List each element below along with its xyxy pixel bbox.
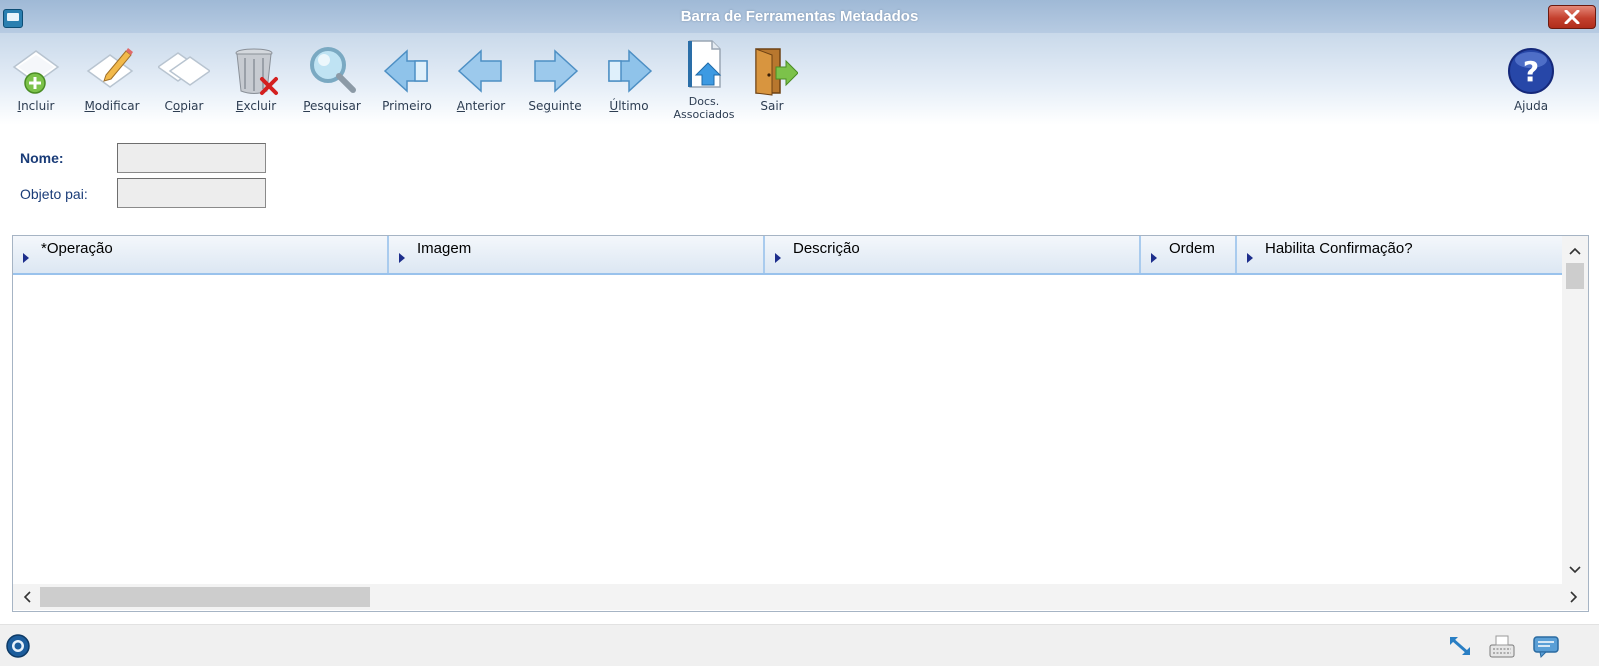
copiar-button[interactable]: Copiar — [152, 37, 216, 121]
horizontal-scroll-thumb[interactable] — [40, 587, 370, 607]
objeto-pai-input[interactable] — [117, 178, 266, 208]
column-header-habilita-confirmacao[interactable]: Habilita Confirmação? — [1237, 236, 1562, 273]
ultimo-label: Último — [609, 99, 649, 113]
anterior-button[interactable]: Anterior — [450, 37, 512, 121]
scroll-down-icon[interactable] — [1562, 558, 1588, 582]
previous-record-icon — [457, 49, 502, 93]
ajuda-button[interactable]: ? Ajuda — [1504, 37, 1558, 121]
help-icon: ? — [1508, 48, 1554, 94]
sair-label: Sair — [760, 99, 784, 113]
modificar-button[interactable]: Modificar — [74, 37, 150, 121]
column-arrow-icon — [775, 253, 781, 263]
seguinte-button[interactable]: Seguinte — [522, 37, 588, 121]
window-title: Barra de Ferramentas Metadados — [680, 8, 919, 25]
ajuda-label: Ajuda — [1513, 99, 1549, 113]
modificar-label: Modificar — [84, 99, 140, 113]
next-record-icon — [534, 49, 579, 93]
grid-header: *Operação Imagem Descrição Ordem Habilit… — [13, 236, 1562, 275]
magnifier-icon — [310, 47, 356, 93]
column-label: *Operação — [41, 240, 113, 257]
objeto-pai-label: Objeto pai: — [20, 186, 88, 202]
title-bar: Barra de Ferramentas Metadados — [0, 0, 1599, 33]
scroll-up-icon[interactable] — [1562, 239, 1588, 263]
column-header-operacao[interactable]: *Operação — [13, 236, 389, 273]
pesquisar-button[interactable]: Pesquisar — [298, 37, 366, 121]
resize-icon[interactable] — [1446, 633, 1474, 659]
excluir-button[interactable]: Excluir — [226, 37, 286, 121]
incluir-button[interactable]: Incluir — [6, 37, 66, 121]
status-globe-icon[interactable] — [4, 633, 32, 659]
close-icon — [1564, 10, 1580, 24]
toolbar: Incluir Modificar Copiar Excluir Pesquis… — [0, 33, 1599, 125]
nome-label: Nome: — [20, 150, 64, 166]
column-label: Descrição — [793, 240, 860, 257]
horizontal-scrollbar[interactable] — [13, 584, 1588, 610]
vertical-scroll-thumb[interactable] — [1566, 263, 1584, 289]
anterior-label: Anterior — [456, 99, 506, 113]
docs-label-line2: Associados — [673, 108, 735, 121]
nome-input[interactable] — [117, 143, 266, 173]
pesquisar-label: Pesquisar — [303, 99, 361, 113]
column-label: Imagem — [417, 240, 472, 257]
close-button[interactable] — [1548, 5, 1596, 29]
column-header-imagem[interactable]: Imagem — [389, 236, 765, 273]
data-grid[interactable]: *Operação Imagem Descrição Ordem Habilit… — [12, 235, 1589, 612]
docs-associados-button[interactable]: Docs. Associados — [666, 37, 742, 121]
last-record-icon — [608, 49, 653, 93]
excluir-label: Excluir — [235, 99, 277, 113]
scroll-right-icon[interactable] — [1561, 584, 1585, 610]
column-header-ordem[interactable]: Ordem — [1141, 236, 1237, 273]
column-label: Habilita Confirmação? — [1265, 240, 1413, 257]
column-header-descricao[interactable]: Descrição — [765, 236, 1141, 273]
scroll-left-icon[interactable] — [16, 584, 40, 610]
column-arrow-icon — [23, 253, 29, 263]
column-label: Ordem — [1169, 240, 1215, 257]
incluir-label: Incluir — [17, 99, 55, 113]
column-arrow-icon — [399, 253, 405, 263]
copy-documents-icon — [158, 52, 210, 86]
primeiro-label: Primeiro — [382, 99, 432, 113]
add-document-icon — [12, 50, 60, 94]
first-record-icon — [383, 49, 428, 93]
associated-docs-icon — [688, 40, 722, 88]
vertical-scrollbar[interactable] — [1562, 236, 1588, 584]
svg-text:?: ? — [1523, 55, 1539, 88]
ultimo-button[interactable]: Último — [600, 37, 658, 121]
trash-delete-icon — [235, 48, 278, 95]
column-arrow-icon — [1151, 253, 1157, 263]
docs-label-line1: Docs. — [688, 95, 720, 108]
exit-door-icon — [755, 48, 798, 96]
copiar-label: Copiar — [164, 99, 204, 113]
sair-button[interactable]: Sair — [744, 37, 800, 121]
keyboard-icon[interactable] — [1488, 633, 1516, 659]
column-arrow-icon — [1247, 253, 1253, 263]
docs-associados-label: Docs. Associados — [666, 95, 742, 121]
edit-document-icon — [86, 48, 134, 88]
status-bar — [0, 624, 1599, 666]
seguinte-label: Seguinte — [528, 99, 582, 113]
chat-icon[interactable] — [1532, 633, 1560, 659]
primeiro-button[interactable]: Primeiro — [376, 37, 438, 121]
